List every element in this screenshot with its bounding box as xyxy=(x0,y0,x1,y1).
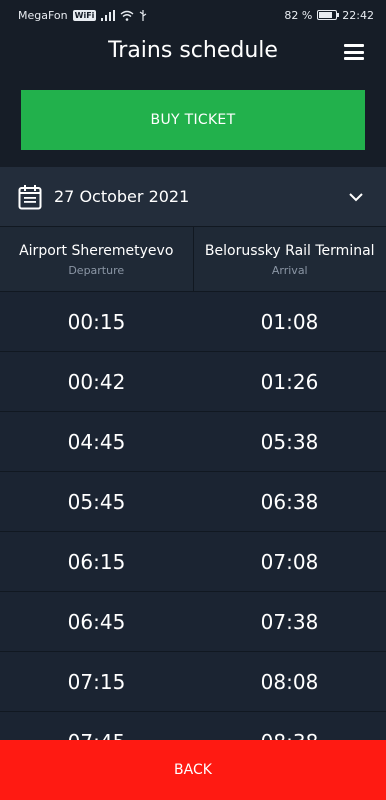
schedule-row[interactable]: 05:45 06:38 xyxy=(0,472,386,532)
status-bar: MegaFon WiFi 82 % 22:42 xyxy=(0,0,386,30)
wifi-calling-badge: WiFi xyxy=(72,9,97,21)
buy-ticket-button[interactable]: BUY TICKET xyxy=(21,90,365,150)
schedule-row[interactable]: 00:15 01:08 xyxy=(0,292,386,352)
calendar-icon xyxy=(18,184,42,209)
arrival-label: Arrival xyxy=(271,263,308,277)
departure-time: 06:15 xyxy=(67,549,126,574)
departure-station-name: Airport Sheremetyevo xyxy=(19,242,174,259)
departure-time: 07:45 xyxy=(0,712,193,741)
page-title: Trains schedule xyxy=(108,38,278,63)
chevron-down-icon[interactable] xyxy=(348,192,364,202)
usb-icon xyxy=(139,9,147,21)
carrier-label: MegaFon xyxy=(18,8,68,22)
arrival-station-name: Belorussky Rail Terminal xyxy=(204,242,375,259)
status-left: MegaFon WiFi xyxy=(18,9,147,22)
departure-time: 00:15 xyxy=(67,309,126,334)
date-selector[interactable]: 27 October 2021 xyxy=(0,167,386,227)
app-header: Trains schedule BUY TICKET xyxy=(0,30,386,167)
schedule-row[interactable]: 00:42 01:26 xyxy=(0,352,386,412)
selected-date: 27 October 2021 xyxy=(54,187,190,206)
arrival-time: 07:38 xyxy=(260,609,319,634)
schedule-row[interactable]: 04:45 05:38 xyxy=(0,412,386,472)
arrival-time: 01:08 xyxy=(260,309,319,334)
clock: 22:42 xyxy=(342,8,374,22)
arrival-time: 01:26 xyxy=(260,369,319,394)
departure-time: 06:45 xyxy=(67,609,126,634)
departure-time: 04:45 xyxy=(67,429,126,454)
arrival-station: Belorussky Rail Terminal Arrival xyxy=(192,227,386,291)
signal-icon xyxy=(101,9,116,21)
departure-time: 00:42 xyxy=(67,369,126,394)
schedule-row[interactable]: 07:15 08:08 xyxy=(0,652,386,712)
back-button[interactable]: BACK xyxy=(0,740,386,800)
arrival-time: 08:08 xyxy=(260,669,319,694)
schedule-row[interactable]: 06:15 07:08 xyxy=(0,532,386,592)
schedule-list[interactable]: 00:15 01:08 00:42 01:26 04:45 05:38 05:4… xyxy=(0,292,386,740)
arrival-time: 07:08 xyxy=(260,549,319,574)
departure-time: 07:15 xyxy=(67,669,126,694)
battery-percent: 82 % xyxy=(284,8,313,22)
status-right: 82 % 22:42 xyxy=(284,9,374,22)
arrival-time: 08:38 xyxy=(193,712,386,741)
schedule-row[interactable]: 07:45 08:38 xyxy=(0,712,386,740)
arrival-time: 05:38 xyxy=(260,429,319,454)
departure-station: Airport Sheremetyevo Departure xyxy=(0,227,193,291)
arrival-time: 06:38 xyxy=(260,489,319,514)
wifi-icon xyxy=(120,10,134,21)
departure-time: 05:45 xyxy=(67,489,126,514)
station-header: Airport Sheremetyevo Departure Belorussk… xyxy=(0,227,386,292)
battery-icon xyxy=(317,10,340,20)
schedule-row[interactable]: 06:45 07:38 xyxy=(0,592,386,652)
departure-label: Departure xyxy=(68,263,125,277)
hamburger-menu-icon[interactable] xyxy=(344,44,364,60)
